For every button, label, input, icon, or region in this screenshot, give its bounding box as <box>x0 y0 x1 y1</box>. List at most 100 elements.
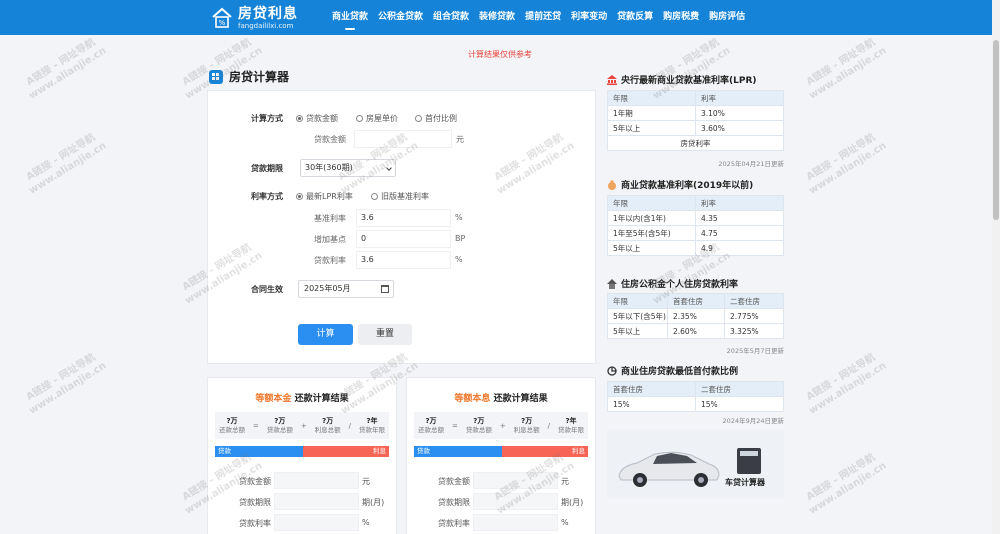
calculate-button[interactable]: 计算 <box>298 324 353 345</box>
nav-reverse-calc[interactable]: 贷款反算 <box>612 0 658 35</box>
watermark: A链接 - 网址导航 www.alianjie.cn <box>24 36 109 102</box>
car-loan-calculator-banner[interactable]: 车贷计算器 <box>607 430 784 498</box>
table-row: 5年以上 4.9 <box>607 240 784 256</box>
table-row: 5年以下(含5年) 2.35% 2.775% <box>607 308 784 324</box>
radio-lpr-rate[interactable]: 最新LPR利率 <box>296 191 353 202</box>
lpr-table: 年限 利率 1年期 3.10% 5年以上 3.60% 房贷利率 <box>607 90 784 151</box>
logo-name: 房贷利息 <box>238 5 298 22</box>
loan-interest-bar: 贷款 利息 <box>215 446 389 457</box>
base-rate-unit: % <box>455 213 463 222</box>
mortgage-rate-link[interactable]: 房贷利率 <box>607 135 784 151</box>
house-icon <box>607 278 617 289</box>
nav-purchase-tax[interactable]: 购房税费 <box>658 0 704 35</box>
watermark: A链接 - 网址导航 www.alianjie.cn <box>24 131 109 197</box>
radio-unit-price[interactable]: 房屋单价 <box>356 113 398 124</box>
result-loan-amount <box>274 472 359 489</box>
site-logo[interactable]: % 房贷利息 fangdaililxi.com <box>210 5 298 31</box>
nav-commercial-loan[interactable]: 商业贷款 <box>327 0 373 35</box>
car-loan-calculator-label: 车贷计算器 <box>725 478 765 487</box>
logo-domain: fangdaililxi.com <box>238 21 294 30</box>
base-rate-title: 商业贷款基准利率(2019年以前) <box>607 178 753 191</box>
calculator-icon <box>209 69 223 84</box>
watermark: A链接 - 网址导航 www.alianjie.cn <box>804 451 889 517</box>
radio-old-base-rate[interactable]: 旧版基准利率 <box>371 191 429 202</box>
loan-years-value: ?年 <box>565 417 577 426</box>
result-summary: ?万 还款总额 = ?万 贷款总额 + ?万 利息总额 / ?年 贷款年限 <box>414 412 588 439</box>
fund-rate-title: 住房公积金个人住房贷款利率 <box>607 277 738 290</box>
calendar-icon <box>381 285 389 293</box>
base-rate-label: 基准利率 <box>314 214 346 223</box>
notice-text: 计算结果仅供参考 <box>468 50 532 59</box>
base-rate-table: 年限 利率 1年以内(含1年) 4.35 1年至5年(含5年) 4.75 5年以上 4.… <box>607 195 784 256</box>
scrollbar-thumb[interactable] <box>993 40 999 220</box>
term-select[interactable]: 30年(360期) <box>300 159 396 177</box>
effective-date-input[interactable]: 2025年05月 <box>298 280 394 298</box>
base-rate-input[interactable]: 3.6 <box>356 209 451 227</box>
reset-button[interactable]: 重置 <box>358 324 412 345</box>
bank-icon <box>607 74 617 85</box>
table-row: 1年期 3.10% <box>607 105 784 121</box>
result-summary: ?万 还款总额 = ?万 贷款总额 + ?万 利息总额 / ?年 贷款年限 <box>215 412 389 439</box>
result-loan-rate <box>274 514 359 531</box>
result-card-equal-principal: 等额本金 还款计算结果 ?万 还款总额 = ?万 贷款总额 + ?万 利息总额 / ?… <box>207 377 397 534</box>
table-row: 1年至5年(含5年) 4.75 <box>607 225 784 241</box>
radio-loan-amount[interactable]: 贷款金额 <box>296 113 338 124</box>
table-row: 1年以内(含1年) 4.35 <box>607 210 784 226</box>
down-payment-table: 首套住房 二套住房 15% 15% <box>607 381 784 412</box>
result-loan-term <box>473 493 558 510</box>
loan-years-value: ?年 <box>366 417 378 426</box>
nav-combined-loan[interactable]: 组合贷款 <box>428 0 474 35</box>
down-update-note: 2024年9月24日更新 <box>722 417 784 425</box>
radio-down-payment[interactable]: 首付比例 <box>415 113 457 124</box>
loan-interest-bar: 贷款 利息 <box>414 446 588 457</box>
nav-house-valuation[interactable]: 购房评估 <box>704 0 750 35</box>
loan-rate-input[interactable]: 3.6 <box>356 251 451 269</box>
term-label: 贷款期限 <box>251 164 283 173</box>
main-nav: 商业贷款 公积金贷款 组合贷款 装修贷款 提前还贷 利率变动 贷款反算 购房税费… <box>327 0 750 35</box>
lpr-update-note: 2025年04月21日更新 <box>718 160 784 168</box>
nav-provident-fund-loan[interactable]: 公积金贷款 <box>373 0 428 35</box>
total-loan-value: ?万 <box>473 417 485 426</box>
down-payment-title: 商业住房贷款最低首付款比例 <box>607 364 738 377</box>
total-loan-value: ?万 <box>274 417 286 426</box>
add-points-label: 增加基点 <box>314 235 346 244</box>
nav-rate-change[interactable]: 利率变动 <box>566 0 612 35</box>
nav-renovation-loan[interactable]: 装修贷款 <box>474 0 520 35</box>
fund-update-note: 2025年5月7日更新 <box>726 347 784 355</box>
loan-amount-label: 贷款金额 <box>314 135 346 144</box>
result-card-equal-installment: 等额本息 还款计算结果 ?万 还款总额 = ?万 贷款总额 + ?万 利息总额 / ?… <box>406 377 596 534</box>
chevron-down-icon <box>386 165 392 171</box>
result-title: 等额本息 还款计算结果 <box>454 394 548 404</box>
result-loan-rate <box>473 514 558 531</box>
page-scrollbar[interactable] <box>992 0 1000 534</box>
total-repayment-value: ?万 <box>226 417 238 426</box>
result-loan-amount <box>473 472 558 489</box>
rate-method-label: 利率方式 <box>251 192 283 201</box>
method-label: 计算方式 <box>251 114 283 123</box>
moneybag-icon <box>607 180 617 190</box>
effective-label: 合同生效 <box>251 285 283 294</box>
calculator-title-text: 房贷计算器 <box>229 70 290 84</box>
add-points-input[interactable]: 0 <box>356 230 451 248</box>
watermark: A链接 - 网址导航 www.alianjie.cn <box>804 351 889 417</box>
loan-amount-unit: 元 <box>456 135 464 144</box>
watermark: A链接 - 网址导航 www.alianjie.cn <box>804 131 889 197</box>
total-interest-value: ?万 <box>322 417 334 426</box>
watermark: A链接 - 网址导航 www.alianjie.cn <box>24 351 109 417</box>
table-row: 15% 15% <box>607 396 784 412</box>
house-percent-icon: % <box>210 6 234 30</box>
result-title: 等额本金 还款计算结果 <box>255 394 349 404</box>
top-navbar: % 房贷利息 fangdaililxi.com 商业贷款 公积金贷款 组合贷款 … <box>0 0 1000 35</box>
table-row: 5年以上 2.60% 3.325% <box>607 323 784 339</box>
watermark: A链接 - 网址导航 www.alianjie.cn <box>804 36 889 102</box>
fund-rate-table: 年限 首套住房 二套住房 5年以下(含5年) 2.35% 2.775% 5年以上 2.60… <box>607 293 784 339</box>
loan-amount-input[interactable] <box>354 130 452 148</box>
calculator-form: 计算方式 贷款金额 房屋单价 首付比例 贷款金额 元 贷款期限 30年(360期… <box>207 90 596 364</box>
total-interest-value: ?万 <box>521 417 533 426</box>
calculator-title: 房贷计算器 <box>209 68 289 85</box>
nav-prepayment[interactable]: 提前还贷 <box>520 0 566 35</box>
total-repayment-value: ?万 <box>425 417 437 426</box>
loan-rate-label: 贷款利率 <box>314 256 346 265</box>
loan-rate-unit: % <box>455 255 463 264</box>
pie-chart-icon <box>607 365 617 376</box>
